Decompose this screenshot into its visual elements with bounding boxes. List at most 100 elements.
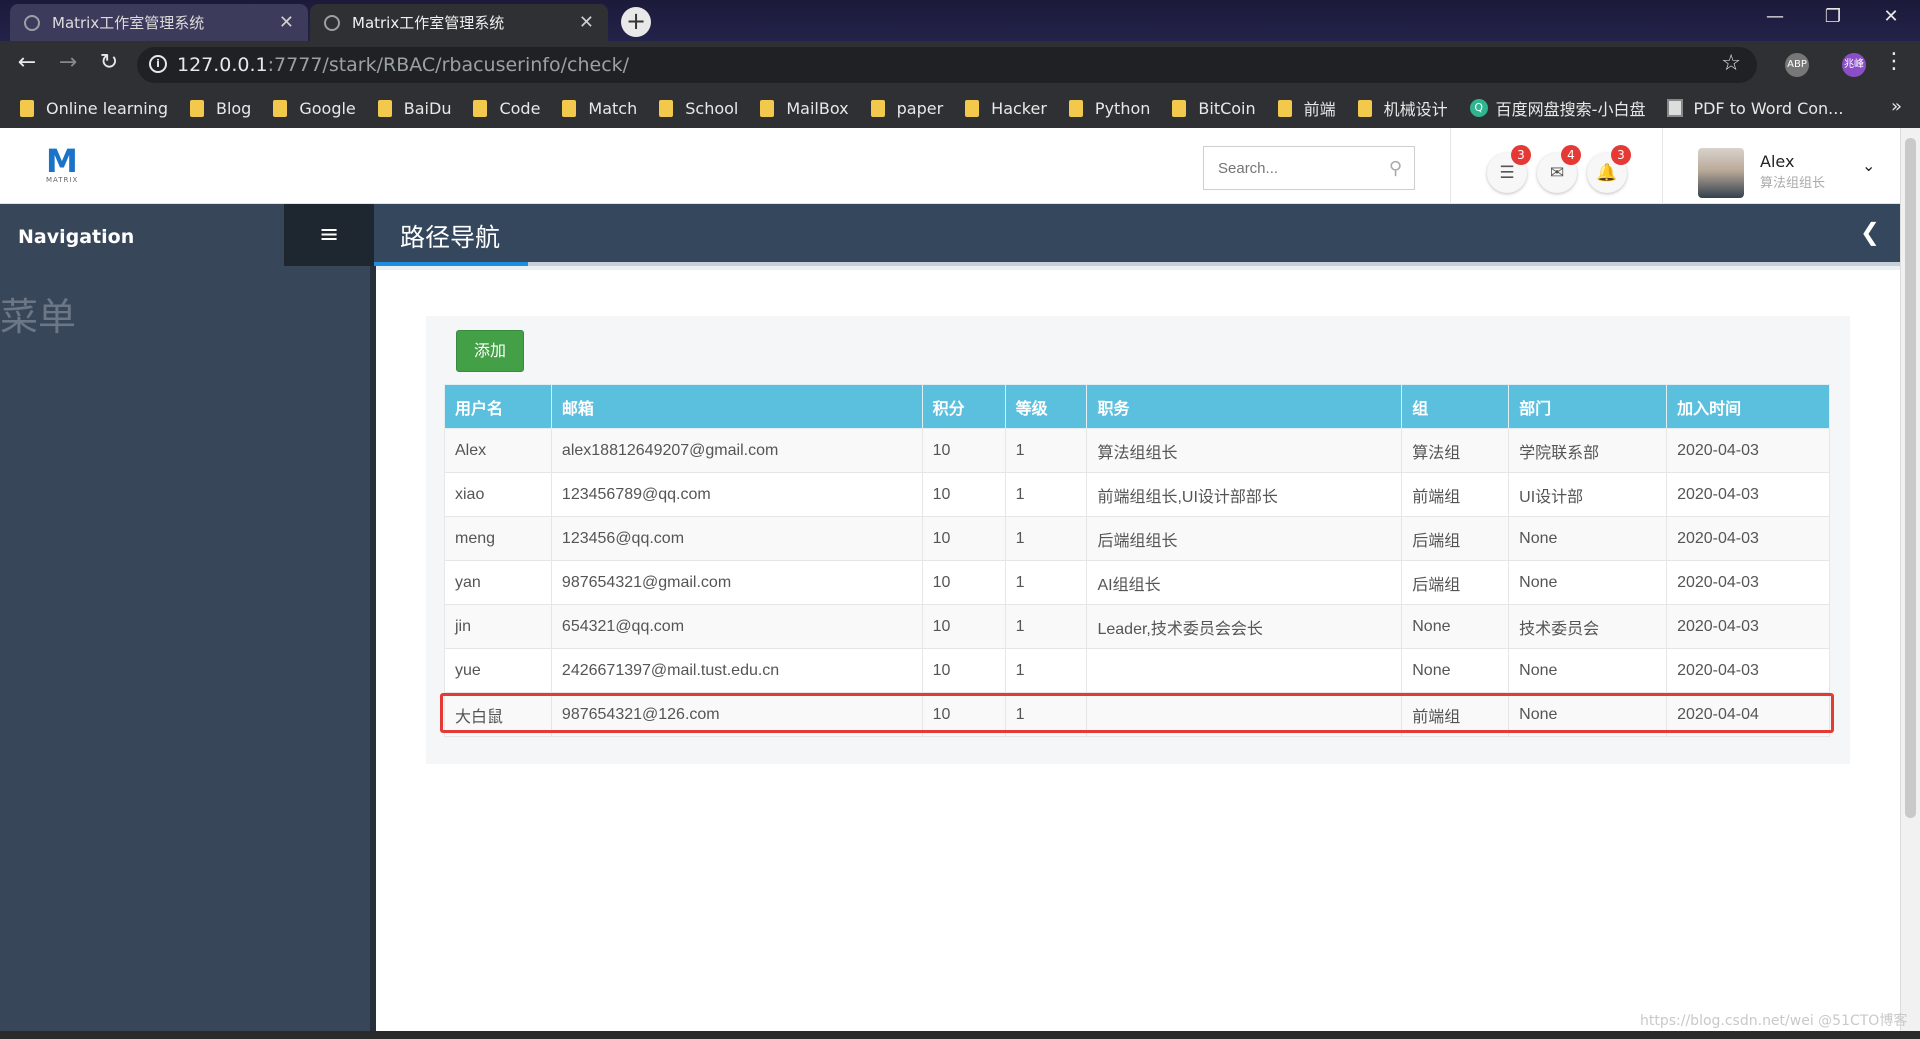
address-bar: ← → ↻ i 127.0.0.1:7777/stark/RBAC/rbacus… xyxy=(0,41,1920,88)
highlight-box xyxy=(440,693,1834,733)
page-scrollbar[interactable] xyxy=(1900,128,1920,1039)
bookmark-python[interactable]: Python xyxy=(1068,99,1150,118)
browser-tab-bar: Matrix工作室管理系统 ✕ Matrix工作室管理系统 ✕ + — ❐ ✕ xyxy=(0,0,1920,41)
mail-badge: 4 xyxy=(1561,145,1581,165)
close-icon[interactable]: ✕ xyxy=(279,12,294,33)
bookmark-label: 百度网盘搜索-小白盘 xyxy=(1495,100,1646,119)
table-cell: yue xyxy=(444,648,552,693)
adblock-icon[interactable]: ABP xyxy=(1785,53,1809,77)
bookmark-star-icon[interactable]: ☆ xyxy=(1721,51,1741,76)
bookmark-online-learning[interactable]: Online learning xyxy=(20,99,168,118)
bookmark-label: BaiDu xyxy=(403,98,452,118)
chevron-left-icon[interactable]: ❮ xyxy=(1860,218,1880,246)
document-icon xyxy=(1667,99,1684,117)
chevron-down-icon[interactable]: ⌄ xyxy=(1862,156,1875,175)
browser-menu-icon[interactable]: ⋮ xyxy=(1883,49,1905,74)
browser-tab-1[interactable]: Matrix工作室管理系统 ✕ xyxy=(10,4,308,41)
bookmark-label: paper xyxy=(896,98,944,118)
watermark: https://blog.csdn.net/wei @51CTO博客 xyxy=(1640,1013,1908,1029)
bookmark-baidu-pan-search[interactable]: Q 百度网盘搜索-小白盘 xyxy=(1469,96,1646,120)
bookmark-baidu[interactable]: BaiDu xyxy=(377,98,452,118)
bookmark-label: BitCoin xyxy=(1198,98,1256,118)
close-icon[interactable]: ✕ xyxy=(579,12,594,33)
minimize-icon[interactable]: — xyxy=(1752,6,1798,27)
bookmark-paper[interactable]: paper xyxy=(870,98,944,118)
bookmark-bitcoin[interactable]: BitCoin xyxy=(1172,98,1256,118)
breadcrumb: 路径导航 ❮ xyxy=(374,204,1900,266)
search-input[interactable] xyxy=(1218,159,1378,177)
search-icon: Q xyxy=(1469,99,1488,117)
table-cell: meng xyxy=(444,516,552,561)
table-row[interactable]: jin 654321@qq.com 10 1 Leader,技术委员会会长 No… xyxy=(444,604,1830,649)
user-name[interactable]: Alex xyxy=(1760,152,1794,171)
window-close-icon[interactable]: ✕ xyxy=(1868,6,1914,27)
tasks-icon[interactable]: ☰ 3 xyxy=(1487,145,1531,193)
bookmark-label: Online learning xyxy=(46,98,168,118)
reload-icon[interactable]: ↻ xyxy=(94,50,124,75)
folder-icon xyxy=(1172,99,1187,117)
sidebar: Navigation 菜单 xyxy=(0,204,374,1039)
bookmark-school[interactable]: School xyxy=(659,99,738,118)
table-cell: Alex xyxy=(444,428,552,473)
table-row[interactable]: yue 2426671397@mail.tust.edu.cn 10 1 Non… xyxy=(444,648,1830,693)
table-cell: 1 xyxy=(1004,604,1088,649)
table-row[interactable]: meng 123456@qq.com 10 1 后端组组长 后端组 None 2… xyxy=(444,516,1830,561)
forward-icon[interactable]: → xyxy=(53,50,83,75)
column-header: 部门 xyxy=(1508,384,1668,429)
table-row[interactable]: yan 987654321@gmail.com 10 1 AI组组长 后端组 N… xyxy=(444,560,1830,605)
bookmark-blog[interactable]: Blog xyxy=(189,99,251,118)
column-header: 加入时间 xyxy=(1666,384,1830,429)
avatar[interactable] xyxy=(1698,148,1744,198)
bookmark-frontend[interactable]: 前端 xyxy=(1277,96,1336,120)
bookmark-mailbox[interactable]: MailBox xyxy=(760,99,849,118)
sidebar-title: Navigation xyxy=(18,226,135,248)
table-header-row: 用户名 邮箱 积分 等级 职务 组 部门 加入时间 xyxy=(444,384,1830,429)
table-row[interactable]: xiao 123456789@qq.com 10 1 前端组组长,UI设计部部长… xyxy=(444,472,1830,517)
bookmark-google[interactable]: Google xyxy=(273,98,356,118)
new-tab-button[interactable]: + xyxy=(621,7,651,37)
bookmark-label: Hacker xyxy=(991,98,1047,118)
site-info-icon[interactable]: i xyxy=(149,55,167,73)
folder-icon xyxy=(760,99,775,117)
folder-icon xyxy=(273,99,288,117)
matrix-logo[interactable]: M MATRIX xyxy=(46,142,86,188)
bookmark-hacker[interactable]: Hacker xyxy=(965,99,1047,118)
bookmark-mechanical[interactable]: 机械设计 xyxy=(1357,96,1448,120)
bookmark-match[interactable]: Match xyxy=(562,99,637,118)
tab-label: Matrix工作室管理系统 xyxy=(352,14,505,32)
bookmark-pdf-to-word[interactable]: PDF to Word Con... xyxy=(1667,99,1843,118)
search-icon[interactable]: ⚲ xyxy=(1389,158,1402,179)
bookmark-code[interactable]: Code xyxy=(473,99,540,118)
url-text[interactable]: 127.0.0.1:7777/stark/RBAC/rbacuserinfo/c… xyxy=(177,54,629,76)
user-role: 算法组组长 xyxy=(1760,176,1826,191)
folder-icon xyxy=(965,99,980,117)
main-content: 添加 用户名 邮箱 积分 等级 职务 组 部门 加入时间 Alex alex18… xyxy=(376,270,1900,1039)
back-icon[interactable]: ← xyxy=(12,50,42,75)
column-header: 积分 xyxy=(921,384,1006,429)
folder-icon xyxy=(1277,99,1292,117)
table-cell: 学院联系部 xyxy=(1508,428,1668,473)
maximize-icon[interactable]: ❐ xyxy=(1810,6,1856,27)
logo-mark: M xyxy=(46,142,78,180)
bell-icon[interactable]: 🔔 3 xyxy=(1587,145,1631,193)
table-cell: UI设计部 xyxy=(1508,472,1668,517)
profile-avatar[interactable]: 兆峰 xyxy=(1842,53,1866,77)
header-divider xyxy=(1450,128,1451,204)
column-header: 等级 xyxy=(1004,384,1088,429)
more-bookmarks-icon[interactable]: » xyxy=(1891,96,1902,117)
mail-icon[interactable]: ✉ 4 xyxy=(1537,145,1581,193)
scrollbar-thumb[interactable] xyxy=(1905,138,1916,818)
table-row[interactable]: Alex alex18812649207@gmail.com 10 1 算法组组… xyxy=(444,428,1830,473)
url-field[interactable]: i 127.0.0.1:7777/stark/RBAC/rbacuserinfo… xyxy=(137,47,1757,83)
add-button[interactable]: 添加 xyxy=(456,330,524,372)
app-header: M MATRIX ⚲ ☰3 ✉4 🔔3 Alex 算法组组长 ⌄ xyxy=(0,128,1900,204)
table-cell: yan xyxy=(444,560,552,605)
table-cell: Leader,技术委员会会长 xyxy=(1086,604,1403,649)
table-cell: 后端组 xyxy=(1401,560,1510,605)
menu-toggle-icon[interactable]: ≡ xyxy=(284,204,374,266)
browser-tab-2[interactable]: Matrix工作室管理系统 ✕ xyxy=(310,4,608,41)
globe-icon xyxy=(24,14,40,31)
table-cell: 2020-04-03 xyxy=(1666,560,1830,605)
page-title: 路径导航 xyxy=(400,223,501,252)
bookmark-label: Google xyxy=(299,98,356,118)
